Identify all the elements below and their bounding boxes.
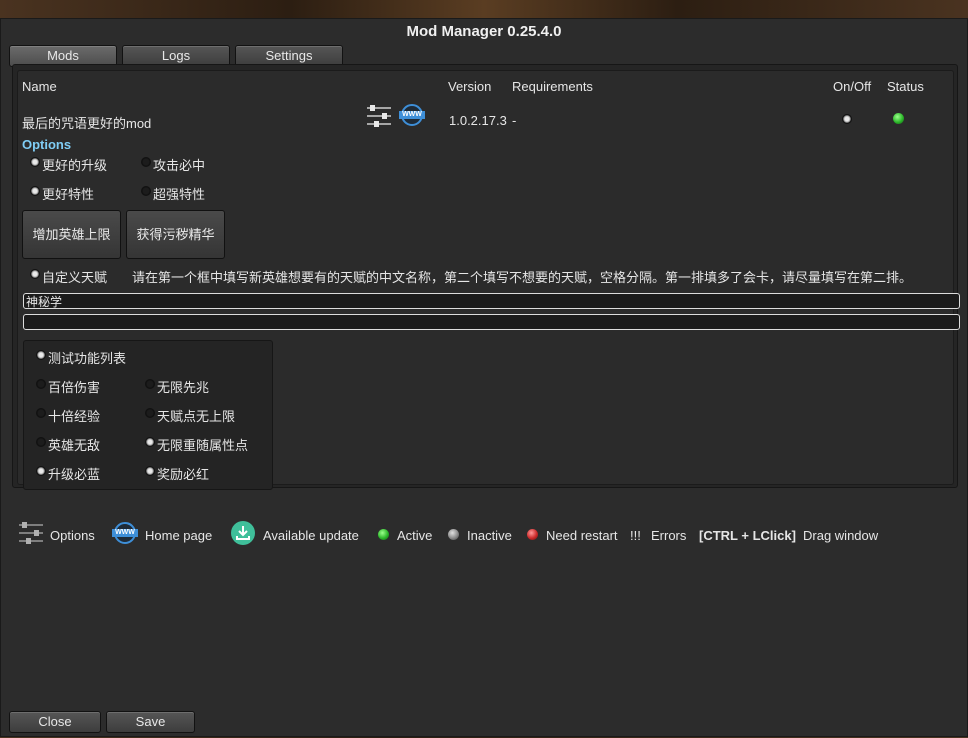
mod-onoff-toggle[interactable] (842, 114, 852, 124)
legend-errors-label: Errors (651, 528, 687, 543)
legend-inactive-label: Inactive (467, 528, 512, 543)
legend-drag-label: Drag window (803, 528, 879, 543)
increase-hero-limit-button[interactable]: 增加英雄上限 (22, 210, 121, 259)
checkbox-hundred-damage[interactable] (36, 379, 46, 389)
legend-update-label: Available update (263, 528, 359, 543)
legend-update-icon (231, 521, 255, 548)
header-version: Version (448, 79, 492, 94)
header-name: Name (22, 79, 57, 94)
label-super-traits: 超强特性 (153, 187, 206, 202)
checkbox-hero-invincible[interactable] (36, 437, 46, 447)
mod-homepage-button[interactable]: WWW (399, 104, 425, 129)
legend-options-label: Options (50, 528, 95, 543)
mod-status-active-icon (893, 113, 904, 124)
legend-options-icon (18, 521, 44, 548)
checkbox-better-levelup[interactable] (30, 157, 40, 167)
get-filth-essence-button[interactable]: 获得污秽精华 (126, 210, 225, 259)
label-test-features: 测试功能列表 (48, 351, 127, 366)
custom-talent-instruction: 请在第一个框中填写新英雄想要有的天赋的中文名称，第二个填写不想要的天赋，空格分隔… (132, 270, 913, 285)
label-ten-xp: 十倍经验 (48, 409, 101, 424)
need-restart-status-icon (527, 529, 538, 540)
header-requirements: Requirements (512, 79, 593, 94)
label-infinite-reroll-attributes: 无限重随属性点 (157, 438, 249, 453)
mod-name[interactable]: 最后的咒语更好的mod (22, 113, 151, 132)
checkbox-super-traits[interactable] (141, 186, 151, 196)
label-infinite-omen: 无限先兆 (157, 380, 210, 395)
label-custom-talent: 自定义天赋 (42, 270, 108, 285)
legend-restart-label: Need restart (546, 528, 618, 543)
label-better-traits: 更好特性 (42, 187, 95, 202)
mods-panel: Name Version Requirements On/Off Status … (12, 64, 960, 490)
checkbox-infinite-omen[interactable] (145, 379, 155, 389)
options-label: Options (22, 137, 72, 152)
checkbox-levelup-blue[interactable] (36, 466, 46, 476)
mod-requirements: - (512, 113, 517, 128)
legend-homepage-icon: WWW (112, 522, 138, 547)
globe-www-icon: WWW (112, 522, 138, 544)
legend-shortcut: [CTRL + LClick] (699, 528, 796, 543)
active-status-icon (378, 529, 389, 540)
label-hundred-damage: 百倍伤害 (48, 380, 101, 395)
label-unlimited-talent-points: 天赋点无上限 (157, 409, 236, 424)
checkbox-unlimited-talent-points[interactable] (145, 408, 155, 418)
label-hero-invincible: 英雄无敌 (48, 438, 101, 453)
wanted-talents-input[interactable] (23, 293, 960, 309)
mod-version: 1.0.2.17.3 (449, 113, 507, 128)
checkbox-infinite-reroll-attributes[interactable] (145, 437, 155, 447)
checkbox-better-traits[interactable] (30, 186, 40, 196)
window-title: Mod Manager 0.25.4.0 (406, 23, 562, 40)
checkbox-reward-red[interactable] (145, 466, 155, 476)
mod-options-button[interactable] (366, 104, 392, 131)
label-better-levelup: 更好的升级 (42, 158, 108, 173)
checkbox-test-features[interactable] (36, 350, 46, 360)
mod-manager-window[interactable]: Mod Manager 0.25.4.0 Mods Logs Settings … (0, 18, 968, 737)
download-icon (231, 521, 255, 545)
unwanted-talents-input[interactable] (23, 314, 960, 330)
inactive-status-icon (448, 529, 459, 540)
errors-icon: !!! (630, 528, 641, 543)
globe-www-icon: WWW (399, 104, 425, 126)
checkbox-always-hit[interactable] (141, 157, 151, 167)
header-status: Status (887, 79, 924, 94)
settings-sliders-icon (367, 105, 391, 127)
mods-table: Name Version Requirements On/Off Status … (17, 70, 960, 490)
checkbox-ten-xp[interactable] (36, 408, 46, 418)
background-scene-top (0, 0, 968, 18)
header-onoff: On/Off (833, 79, 872, 94)
save-button[interactable]: Save (106, 711, 195, 733)
legend-active-label: Active (397, 528, 433, 543)
label-always-hit: 攻击必中 (153, 158, 206, 173)
checkbox-custom-talent[interactable] (30, 269, 40, 279)
label-reward-red: 奖励必红 (157, 467, 210, 482)
settings-sliders-icon (19, 522, 43, 544)
label-levelup-blue: 升级必蓝 (48, 467, 101, 482)
test-features-panel: 测试功能列表 百倍伤害 无限先兆 十倍经验 天赋点无上限 英雄无敌 无限重随属性… (23, 340, 273, 490)
close-button[interactable]: Close (9, 711, 101, 733)
legend-homepage-label: Home page (145, 528, 213, 543)
